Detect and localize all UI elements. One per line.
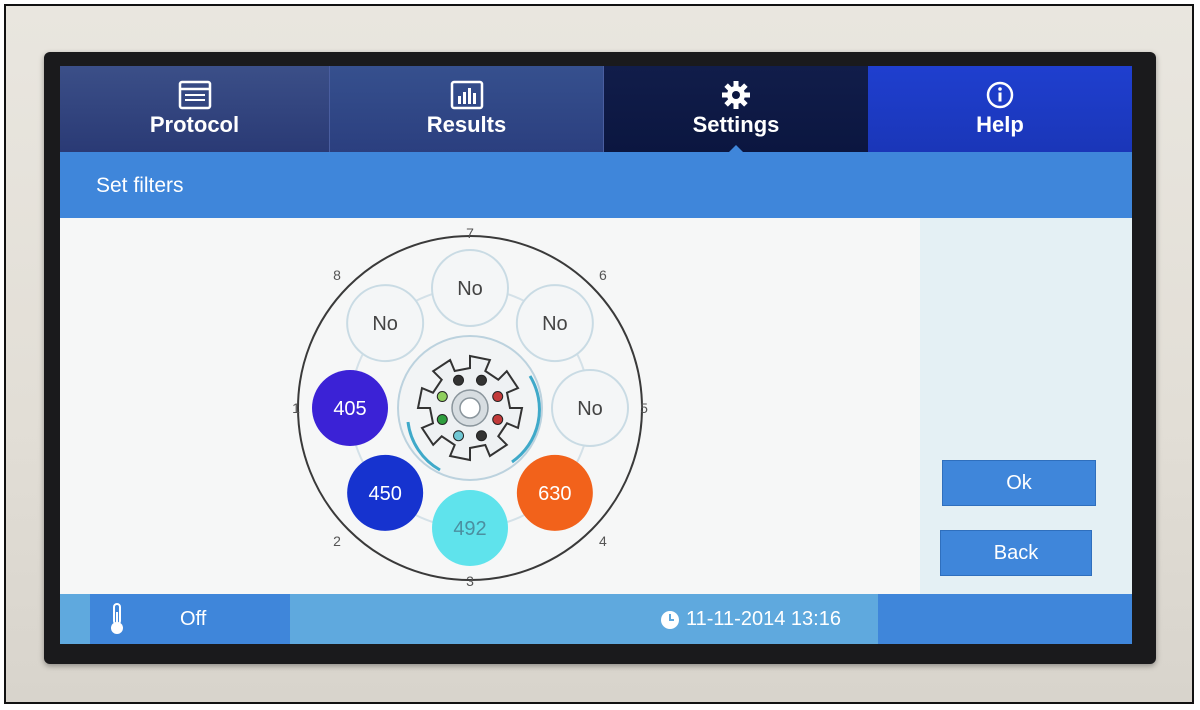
temperature-status: Off — [90, 594, 290, 644]
status-bar: Off 11-11-2014 13:16 — [60, 594, 1132, 644]
position-number: 1 — [292, 400, 300, 416]
filter-slot-label: 492 — [453, 518, 486, 540]
filter-slot-label: 450 — [368, 483, 401, 505]
filter-slot-3[interactable]: 492 — [432, 490, 508, 566]
filter-slot-2[interactable]: 450 — [347, 454, 424, 531]
filter-slot-5[interactable]: No — [551, 369, 629, 447]
tab-bar: Protocol Results Settings Help — [60, 66, 1132, 153]
thermometer-icon — [111, 603, 123, 634]
position-number: 2 — [333, 533, 341, 549]
filter-slot-6[interactable]: No — [515, 284, 594, 363]
bar-chart-icon — [450, 80, 483, 110]
page-title: Set filters — [96, 174, 184, 197]
filter-slot-label: 405 — [333, 398, 366, 420]
tab-settings[interactable]: Settings — [604, 66, 868, 153]
tab-settings-label: Settings — [692, 112, 780, 137]
filter-slot-4[interactable]: 630 — [516, 454, 593, 531]
tab-help-label: Help — [976, 112, 1024, 137]
clock-icon — [661, 610, 679, 629]
filter-slot-label: No — [542, 313, 568, 335]
info-icon — [986, 81, 1014, 109]
datetime-display: 11-11-2014 13:16 — [660, 608, 841, 631]
datetime-value: 11-11-2014 13:16 — [686, 608, 841, 630]
position-number: 3 — [466, 573, 474, 589]
window-icon — [178, 80, 211, 110]
tab-results[interactable]: Results — [330, 66, 604, 152]
filter-slot-label: No — [457, 278, 483, 300]
position-number: 6 — [599, 267, 607, 283]
position-number: 8 — [333, 267, 341, 283]
filter-wheel: 405 450 492 630 No No No No 1 2 3 4 5 6 7 8 — [292, 226, 648, 589]
filter-slot-label: No — [577, 398, 603, 420]
filter-slot-label: 630 — [538, 483, 571, 505]
back-button[interactable]: Back — [940, 530, 1092, 576]
title-bar: Set filters — [60, 152, 1132, 218]
filter-slot-8[interactable]: No — [346, 284, 425, 363]
ok-button[interactable]: Ok — [942, 460, 1096, 506]
filter-slot-label: No — [372, 313, 398, 335]
filter-slot-7[interactable]: No — [431, 249, 509, 327]
tab-protocol[interactable]: Protocol — [60, 66, 330, 152]
position-number: 4 — [599, 533, 607, 549]
status-bar-segment — [878, 594, 1132, 644]
position-number: 7 — [466, 226, 474, 241]
device-screen: Protocol Results Settings Help Set filte… — [60, 66, 1132, 644]
gear-icon — [722, 81, 750, 109]
tab-help[interactable]: Help — [868, 66, 1132, 152]
tab-protocol-label: Protocol — [149, 112, 240, 137]
tab-results-label: Results — [426, 112, 507, 137]
position-number: 5 — [640, 400, 648, 416]
temperature-value: Off — [180, 608, 207, 630]
wheel-gear-icon — [416, 354, 524, 462]
filter-slot-1[interactable]: 405 — [312, 370, 388, 446]
